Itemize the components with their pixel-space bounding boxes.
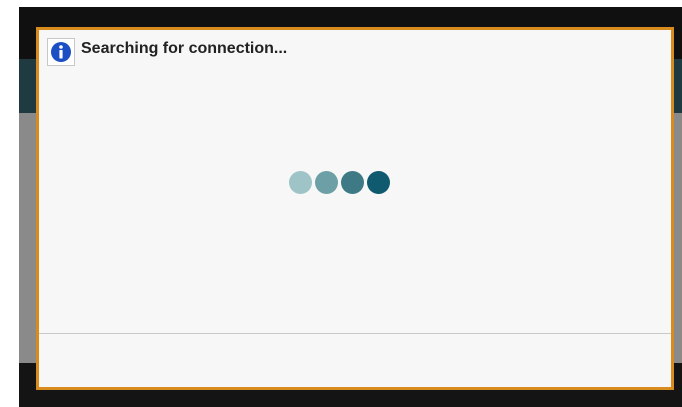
dialog-header: Searching for connection... xyxy=(47,38,287,70)
spinner-dot-4 xyxy=(367,171,390,194)
dialog-title: Searching for connection... xyxy=(81,40,288,57)
dialog-footer xyxy=(39,334,671,387)
spinner-dot-2 xyxy=(315,171,338,194)
loading-spinner xyxy=(289,171,390,194)
info-icon xyxy=(47,38,75,66)
spinner-dot-1 xyxy=(289,171,312,194)
searching-dialog: Searching for connection... xyxy=(36,27,674,390)
spinner-dot-3 xyxy=(341,171,364,194)
